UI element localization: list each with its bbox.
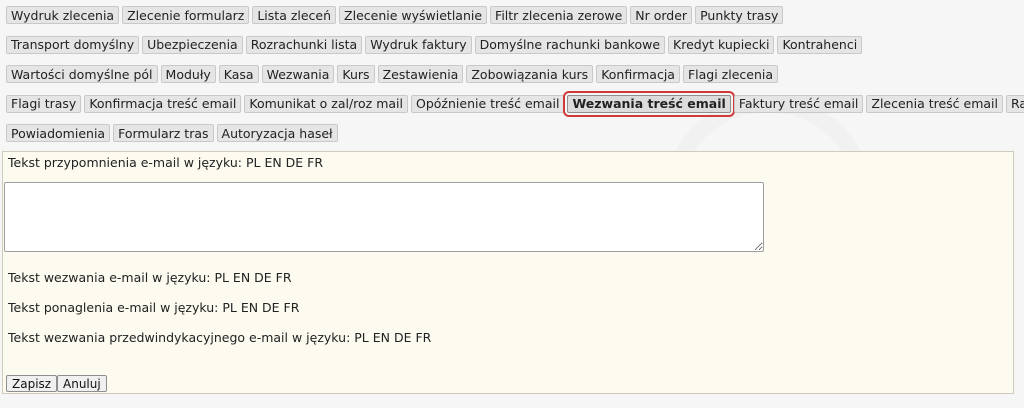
tab-kredyt-kupiecki[interactable]: Kredyt kupiecki (668, 35, 775, 54)
tab-toolbar: Wydruk zlecenia Zlecenie formularz Lista… (6, 6, 1024, 154)
tab-lista-zlecen[interactable]: Lista zleceń (252, 6, 337, 24)
tab-formularz-tras[interactable]: Formularz tras (113, 124, 214, 142)
tab-domyslne-rachunki-bankowe[interactable]: Domyślne rachunki bankowe (474, 35, 666, 54)
precollection-label: Tekst wezwania przedwindykacyjnego e-mai… (8, 330, 432, 345)
tab-wartosci-domyslne-pol[interactable]: Wartości domyślne pól (6, 65, 158, 83)
tab-flagi-zlecenia[interactable]: Flagi zlecenia (682, 65, 779, 83)
tab-zlecenie-formularz[interactable]: Zlecenie formularz (122, 6, 250, 24)
tab-row-4: Flagi trasy Konfirmacja treść email Komu… (6, 90, 1024, 117)
tab-rozrachunki-lista[interactable]: Rozrachunki lista (245, 35, 363, 54)
urge-label: Tekst ponaglenia e-mail w języku: PL EN … (8, 300, 300, 315)
tab-zestawienia[interactable]: Zestawienia (377, 65, 464, 83)
tab-wydruk-zlecenia[interactable]: Wydruk zlecenia (6, 6, 120, 24)
tab-transport-domyslny[interactable]: Transport domyślny (6, 35, 140, 54)
reminder-textarea[interactable] (4, 182, 764, 252)
tab-filtr-zlecenia-zerowe[interactable]: Filtr zlecenia zerowe (490, 6, 628, 24)
tab-konfirmacja-tresc-email[interactable]: Konfirmacja treść email (84, 94, 242, 113)
tab-flagi-trasy[interactable]: Flagi trasy (6, 94, 82, 113)
tab-opoznienie-tresc-email[interactable]: Opóźnienie treść email (411, 94, 565, 113)
tab-nr-order[interactable]: Nr order (630, 6, 693, 24)
tab-wydruk-faktury[interactable]: Wydruk faktury (365, 35, 472, 54)
tab-wezwania-tresc-email[interactable]: Wezwania treść email (563, 90, 735, 117)
tab-kasa[interactable]: Kasa (218, 65, 259, 83)
tab-row-2: Transport domyślny Ubezpieczenia Rozrach… (6, 35, 1024, 54)
tab-row-3: Wartości domyślne pól Moduły Kasa Wezwan… (6, 65, 1024, 83)
tab-raport[interactable]: Raport (1006, 94, 1024, 113)
tab-zlecenia-tresc-email[interactable]: Zlecenia treść email (866, 94, 1003, 113)
tab-kurs[interactable]: Kurs (337, 65, 375, 83)
tab-punkty-trasy[interactable]: Punkty trasy (695, 6, 784, 24)
tab-row-1: Wydruk zlecenia Zlecenie formularz Lista… (6, 6, 1024, 24)
tab-autoryzacja-hasel[interactable]: Autoryzacja haseł (216, 124, 338, 142)
tab-zobowiazania-kurs[interactable]: Zobowiązania kurs (466, 65, 594, 83)
tab-wezwania[interactable]: Wezwania (261, 65, 335, 83)
reminder-label: Tekst przypomnienia e-mail w języku: PL … (8, 155, 324, 170)
tab-ubezpieczenia[interactable]: Ubezpieczenia (142, 35, 243, 54)
tab-kontrahenci[interactable]: Kontrahenci (777, 35, 863, 54)
tab-row-5: Powiadomienia Formularz tras Autoryzacja… (6, 124, 1024, 142)
tab-konfirmacja[interactable]: Konfirmacja (596, 65, 680, 83)
tab-komunikat-zal-roz-mail[interactable]: Komunikat o zal/roz mail (244, 94, 409, 113)
summons-label: Tekst wezwania e-mail w języku: PL EN DE… (8, 270, 292, 285)
email-settings-form: Tekst przypomnienia e-mail w języku: PL … (2, 151, 1014, 394)
save-button[interactable]: Zapisz (6, 375, 58, 392)
tab-moduly[interactable]: Moduły (160, 65, 216, 83)
cancel-button[interactable]: Anuluj (57, 375, 107, 392)
tab-faktury-tresc-email[interactable]: Faktury treść email (733, 94, 864, 113)
tab-powiadomienia[interactable]: Powiadomienia (6, 124, 111, 142)
tab-zlecenie-wyswietlanie[interactable]: Zlecenie wyświetlanie (339, 6, 488, 24)
